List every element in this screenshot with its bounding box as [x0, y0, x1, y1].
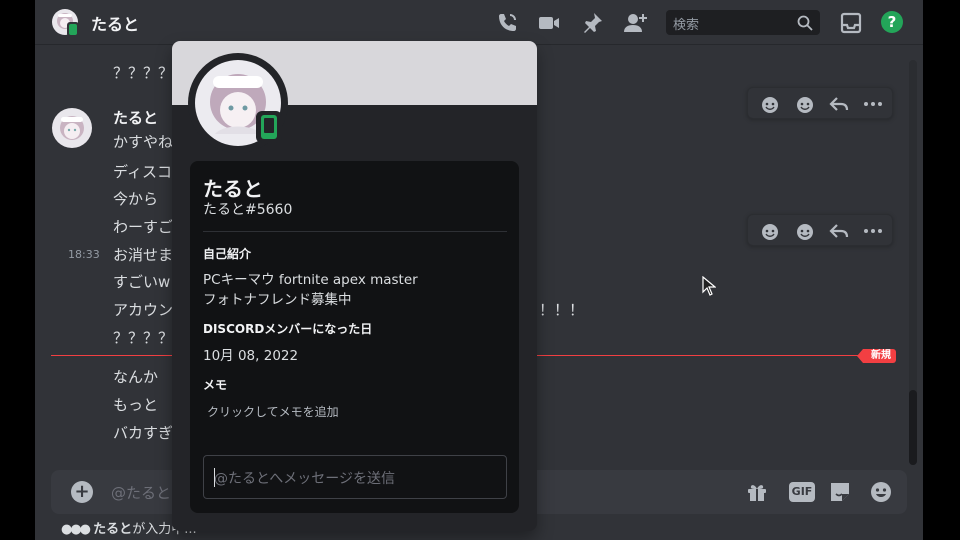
help-icon[interactable]: ? [881, 11, 903, 33]
search-placeholder: 検索 [673, 18, 700, 33]
typing-user: たると [93, 522, 133, 537]
user-profile-popout: たると たると#5660 自己紹介 PCキーマウ fortnite apex m… [172, 41, 537, 531]
message-line: もっと [113, 396, 159, 414]
reply-icon[interactable] [828, 220, 850, 242]
gift-icon[interactable] [745, 480, 769, 504]
mobile-status-icon [256, 111, 282, 143]
channel-title: たると [91, 15, 140, 34]
add-reaction-icon[interactable] [760, 93, 782, 115]
scrollbar-thumb[interactable] [909, 390, 917, 465]
video-call-icon[interactable] [537, 11, 561, 35]
channel-header: たると 検索 ? [35, 0, 923, 45]
message-line: ディスコ [113, 163, 172, 181]
sticker-icon[interactable] [828, 480, 852, 504]
note-input[interactable]: クリックしてメモを追加 [207, 403, 339, 420]
message-line: お消せま [113, 246, 174, 264]
message-line: かすやね [113, 133, 174, 151]
about-heading: 自己紹介 [203, 247, 252, 261]
message-actions-bar [747, 87, 893, 119]
member-since-date: 10月 08, 2022 [203, 348, 299, 364]
message-line: アカウン [113, 301, 174, 319]
mobile-status-icon [67, 22, 79, 37]
about-line: PCキーマウ fortnite apex master [203, 272, 418, 288]
message-line-tail: ！！！ [539, 301, 585, 319]
pinned-messages-icon[interactable] [580, 11, 604, 35]
more-options-icon[interactable] [862, 220, 884, 242]
message-line-partial: ？？？？ [113, 64, 174, 82]
message-author-avatar[interactable] [52, 108, 92, 148]
profile-display-name: たると [203, 177, 263, 201]
message-author-name[interactable]: たると [113, 107, 158, 128]
add-reaction-icon[interactable] [760, 220, 782, 242]
message-line: わーすご [113, 218, 174, 236]
upload-plus-icon[interactable]: + [71, 481, 93, 503]
composer-placeholder: @たると [111, 484, 172, 502]
profile-tag: たると#5660 [203, 202, 293, 218]
mouse-cursor-icon [702, 275, 717, 300]
note-heading: メモ [203, 378, 228, 392]
inbox-icon[interactable] [839, 11, 863, 35]
new-messages-badge: 新規 [857, 349, 896, 363]
search-input[interactable]: 検索 [666, 10, 820, 35]
add-friends-icon[interactable] [623, 11, 647, 35]
message-timestamp: 18:33 [68, 248, 100, 261]
reply-icon[interactable] [828, 93, 850, 115]
message-line: 今から [113, 190, 159, 208]
about-line: フォトナフレンド募集中 [203, 292, 352, 308]
super-reaction-icon[interactable] [794, 220, 816, 242]
member-since-heading: DISCORDメンバーになった日 [203, 322, 373, 336]
message-line: なんか [113, 368, 159, 386]
super-reaction-icon[interactable] [794, 93, 816, 115]
message-line: ？？？？ [113, 329, 174, 347]
typing-dots-icon: ●●● [61, 522, 91, 537]
gif-button[interactable]: GIF [789, 482, 815, 502]
message-line: すごいw [113, 273, 171, 291]
profile-message-input[interactable]: @たるとへメッセージを送信 [203, 455, 507, 499]
message-actions-bar [747, 214, 893, 246]
search-icon [797, 15, 813, 31]
more-options-icon[interactable] [862, 93, 884, 115]
voice-call-icon[interactable] [495, 11, 519, 35]
profile-divider [203, 231, 507, 232]
emoji-icon[interactable] [869, 480, 893, 504]
profile-card: たると たると#5660 自己紹介 PCキーマウ fortnite apex m… [190, 161, 519, 513]
message-line: バカすぎ [113, 424, 174, 442]
profile-message-placeholder: @たるとへメッセージを送信 [214, 471, 396, 487]
